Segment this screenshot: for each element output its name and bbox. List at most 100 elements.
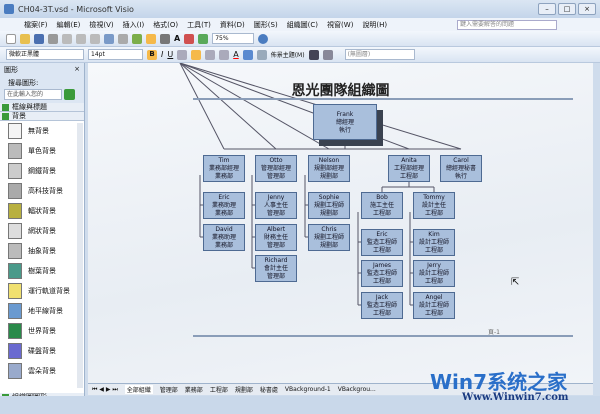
menu-item[interactable]: 檔案(F) — [24, 20, 48, 30]
page-tab[interactable]: 秘書處 — [260, 385, 278, 394]
shape-item[interactable]: 抽象背景 — [0, 241, 84, 261]
org-node[interactable]: Richard 會計主任 管理部 — [255, 255, 297, 282]
line-pattern-icon[interactable] — [322, 49, 333, 60]
zoom-combo[interactable]: 75% — [212, 33, 255, 44]
org-node[interactable]: Tim 業務部經理 業務部 — [203, 155, 245, 182]
menu-item[interactable]: 說明(H) — [362, 20, 387, 30]
shape-item[interactable]: 網狀背景 — [0, 221, 84, 241]
shape-item[interactable]: 雲朵背景 — [0, 361, 84, 381]
close-button[interactable]: × — [578, 3, 596, 15]
diagram-title[interactable]: 恩光團隊組織圖 — [88, 80, 593, 100]
print-icon[interactable] — [48, 33, 58, 44]
org-node[interactable]: Eric 監造工程師 工程部 — [361, 229, 403, 256]
connector-icon[interactable] — [160, 33, 170, 44]
panel-close-icon[interactable]: × — [74, 65, 80, 73]
cut-icon[interactable] — [62, 33, 72, 44]
layer-combo[interactable]: (無圖層) — [344, 49, 415, 60]
org-node[interactable]: Frank 總經理 執行 — [313, 104, 377, 140]
stencil-borders[interactable]: 框線與標題 — [0, 103, 84, 112]
menu-item[interactable]: 工具(T) — [187, 20, 211, 30]
org-node[interactable]: Jack 監造工程師 工程部 — [361, 292, 403, 319]
tab-nav-buttons[interactable]: ⏮ ◀ ▶ ⏭ — [92, 386, 118, 394]
shape-item[interactable]: 世界背景 — [0, 321, 84, 341]
menu-item[interactable]: 編輯(E) — [57, 20, 81, 30]
shape-list-scrollbar[interactable] — [77, 123, 83, 388]
org-node[interactable]: Carol 總經理秘書 執行 — [440, 155, 482, 182]
help-search-input[interactable]: 鍵入需要解答的問題 — [457, 20, 557, 30]
maximize-button[interactable]: □ — [558, 3, 576, 15]
page-tab[interactable]: VBackground-1 — [285, 386, 331, 393]
underline-button[interactable]: U — [167, 50, 173, 59]
paste-icon[interactable] — [90, 33, 100, 44]
undo-icon[interactable] — [104, 33, 114, 44]
shape-item[interactable]: 高科技背景 — [0, 181, 84, 201]
shape-item[interactable]: 鋼鐵背景 — [0, 161, 84, 181]
org-node[interactable]: Otto 管理部經理 管理部 — [255, 155, 297, 182]
org-node[interactable]: Nelson 規劃部經理 規劃部 — [308, 155, 350, 182]
open-icon[interactable] — [20, 33, 30, 44]
menu-item[interactable]: 插入(I) — [123, 20, 145, 30]
text-tool-icon[interactable]: A — [174, 34, 180, 43]
org-node[interactable]: Kim 設計工程師 工程部 — [413, 229, 455, 256]
shape-item[interactable]: 無背景 — [0, 121, 84, 141]
org-node[interactable]: Angel 設計工程師 工程部 — [413, 292, 455, 319]
minimize-button[interactable]: – — [538, 3, 556, 15]
org-node[interactable]: Bob 施工主任 工程部 — [361, 192, 403, 219]
save-icon[interactable] — [34, 33, 44, 44]
org-node[interactable]: Albert 財務主任 管理部 — [255, 224, 297, 251]
shape-item[interactable]: 運行軌道背景 — [0, 281, 84, 301]
line-weight-icon[interactable] — [308, 49, 319, 60]
menu-item[interactable]: 視窗(W) — [327, 20, 353, 30]
menu-item[interactable]: 資料(D) — [220, 20, 245, 30]
org-node[interactable]: Sophie 規劃工程師 規劃部 — [308, 192, 350, 219]
font-color-icon[interactable]: A — [233, 50, 238, 59]
search-go-icon[interactable] — [64, 89, 75, 100]
org-node[interactable]: Eric 業務助理 業務部 — [203, 192, 245, 219]
shapes-icon[interactable] — [132, 33, 142, 44]
font-size-combo[interactable]: 14pt — [88, 49, 143, 60]
node-line: 執行 — [338, 127, 351, 134]
font-combo[interactable]: 微軟正黑體 — [6, 49, 84, 60]
page-tab[interactable]: 工程部 — [210, 385, 228, 394]
bold-button[interactable]: B — [147, 49, 157, 60]
stencil-backgrounds[interactable]: 背景 — [0, 112, 84, 121]
fill-icon[interactable] — [198, 33, 209, 44]
org-node[interactable]: Anita 工程部經理 工程部 — [388, 155, 430, 182]
org-node[interactable]: Jerry 設計工程師 工程部 — [413, 260, 455, 287]
align-center-icon[interactable] — [191, 49, 202, 60]
page-tab[interactable]: 業務部 — [185, 385, 203, 394]
new-icon[interactable] — [6, 33, 16, 44]
menu-item[interactable]: 格式(O) — [153, 20, 178, 30]
shape-item[interactable]: 輻狀背景 — [0, 201, 84, 221]
help-icon[interactable] — [258, 33, 269, 44]
redo-icon[interactable] — [118, 33, 128, 44]
shape-search-input[interactable]: 在此輸入您的 — [4, 89, 62, 100]
shape-item[interactable]: 地平線背景 — [0, 301, 84, 321]
drawing-canvas[interactable]: 恩光團隊組織圖 頁-1 Frank 總經理 執行 Tim 業務部經理 業務部 Otto 管理部… — [88, 63, 593, 383]
org-node[interactable]: David 業務助理 業務部 — [203, 224, 245, 251]
menu-item[interactable]: 組織圖(C) — [287, 20, 318, 30]
org-node[interactable]: Jenny 人事主任 管理部 — [255, 192, 297, 219]
shape-item[interactable]: 碟盤背景 — [0, 341, 84, 361]
menu-item[interactable]: 檢視(V) — [89, 20, 113, 30]
page-tab[interactable]: VBackgrou... — [338, 386, 376, 393]
fill-color-icon[interactable] — [256, 49, 267, 60]
shape-item[interactable]: 樹葉背景 — [0, 261, 84, 281]
bullets-icon[interactable] — [219, 49, 230, 60]
align-left-icon[interactable] — [177, 49, 188, 60]
org-node[interactable]: Tommy 設計主任 工程部 — [413, 192, 455, 219]
page-tab[interactable]: 全部組織 — [124, 385, 153, 394]
pointer-tool-icon[interactable] — [146, 33, 156, 44]
line-color-icon[interactable] — [184, 33, 195, 44]
page-tab[interactable]: 規劃部 — [235, 385, 253, 394]
page-tab[interactable]: 管理部 — [160, 385, 178, 394]
shape-item[interactable]: 單色背景 — [0, 141, 84, 161]
italic-button[interactable]: I — [161, 50, 163, 59]
menu-item[interactable]: 圖形(S) — [254, 20, 278, 30]
theme-button[interactable]: 佈景主題(M) — [271, 50, 305, 59]
align-right-icon[interactable] — [205, 49, 216, 60]
line-color-icon[interactable] — [242, 49, 253, 60]
org-node[interactable]: Chris 規劃工程師 規劃部 — [308, 224, 350, 251]
copy-icon[interactable] — [76, 33, 86, 44]
org-node[interactable]: James 監造工程師 工程部 — [361, 260, 403, 287]
